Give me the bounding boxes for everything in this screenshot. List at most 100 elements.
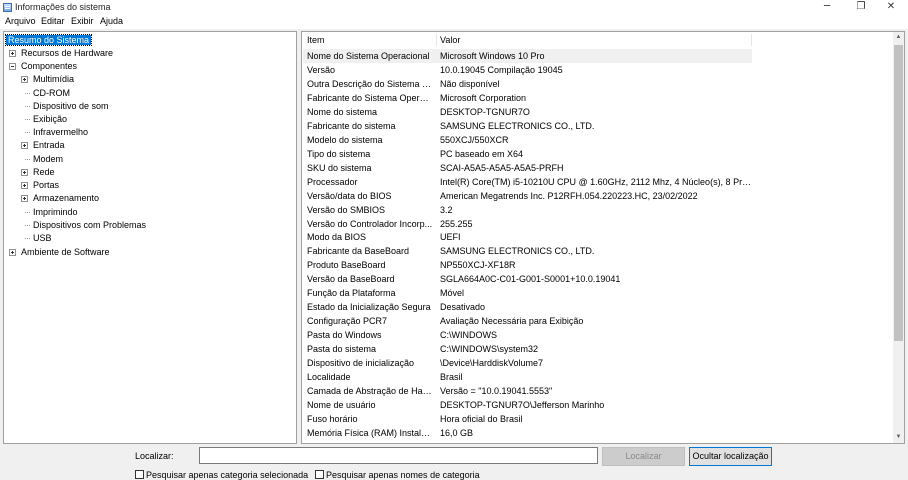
table-row[interactable]: Memória Física (RAM) Instalada 16,0 GB (303, 426, 895, 440)
table-row[interactable]: Versão/data do BIOS American Megatrends I… (303, 189, 895, 203)
table-row[interactable]: Nome de usuário DESKTOP-TGNUR7O\Jefferson… (303, 398, 895, 412)
tree-connector (25, 119, 30, 120)
table-row[interactable]: Camada de Abstração de Hard... Versão = "… (303, 384, 895, 398)
tree-node-software[interactable]: Ambiente de Software (9, 246, 112, 258)
table-row[interactable]: Versão da BaseBoard SGLA664A0C-C01-G001-S… (303, 272, 895, 286)
title-bar: Informações do sistema ─ ❐ ✕ (0, 0, 908, 15)
scroll-thumb[interactable] (894, 45, 903, 341)
table-row[interactable]: Versão do SMBIOS 3.2 (303, 203, 895, 217)
table-row[interactable]: Versão 10.0.19045 Compilação 19045 (303, 63, 895, 77)
cell-item: Modelo do sistema (307, 134, 383, 145)
cell-item: Localidade (307, 372, 351, 383)
maximize-button[interactable]: ❐ (844, 0, 878, 15)
expand-icon[interactable] (21, 142, 28, 149)
table-row[interactable]: Nome do sistema DESKTOP-TGNUR7O (303, 105, 895, 119)
close-button[interactable]: ✕ (874, 0, 908, 15)
cell-item: Nome do sistema (307, 106, 378, 117)
tree-node-input[interactable]: Entrada (21, 139, 67, 151)
expand-icon[interactable] (21, 169, 28, 176)
scroll-up-icon[interactable]: ▲ (893, 32, 904, 43)
minimize-button[interactable]: ─ (810, 0, 844, 15)
tree-node-storage[interactable]: Armazenamento (21, 192, 101, 204)
table-row[interactable]: Modelo do sistema 550XCJ/550XCR (303, 133, 895, 147)
expand-icon[interactable] (21, 76, 28, 83)
close-find-button[interactable]: Ocultar localização (689, 447, 772, 466)
tree-node-ports[interactable]: Portas (21, 179, 61, 191)
tree-node-problem-devices[interactable]: Dispositivos com Problemas (21, 219, 148, 231)
cell-item: Fuso horário (307, 413, 358, 424)
table-row[interactable]: Fabricante da BaseBoard SAMSUNG ELECTRONI… (303, 244, 895, 258)
tree-node-display[interactable]: Exibição (21, 113, 69, 125)
table-row[interactable]: Dispositivo de inicialização \Device\Hard… (303, 356, 895, 370)
tree-node-label: Imprimindo (33, 207, 78, 217)
table-row[interactable]: Tipo do sistema PC baseado em X64 (303, 147, 895, 161)
tree-node-multimedia[interactable]: Multimídia (21, 73, 76, 85)
tree-node-infrared[interactable]: Infravermelho (21, 126, 90, 138)
checkbox-box[interactable] (315, 470, 324, 479)
expand-icon[interactable] (9, 50, 16, 57)
table-row[interactable]: Configuração PCR7 Avaliação Necessária pa… (303, 314, 895, 328)
cell-value: Microsoft Windows 10 Pro (440, 51, 545, 61)
table-row[interactable]: Fuso horário Hora oficial do Brasil (303, 412, 895, 426)
tree-node-printing[interactable]: Imprimindo (21, 206, 80, 218)
cell-value: NP550XCJ-XF18R (440, 260, 516, 271)
column-separator[interactable] (751, 34, 752, 46)
expand-icon[interactable] (9, 249, 16, 256)
table-row[interactable]: Pasta do sistema C:\WINDOWS\system32 (303, 342, 895, 356)
cell-item: Versão (307, 64, 336, 75)
tree-node-label: Exibição (33, 114, 68, 124)
table-row[interactable]: Outra Descrição do Sistema O... Não dispo… (303, 77, 895, 91)
table-row[interactable]: Localidade Brasil (303, 370, 895, 384)
tree-node-usb[interactable]: USB (21, 232, 54, 244)
tree-node-cdrom[interactable]: CD-ROM (21, 87, 72, 99)
cell-item: Versão/data do BIOS (307, 190, 392, 201)
table-row[interactable]: Versão do Controlador Incorp... 255.255 (303, 217, 895, 231)
table-row[interactable]: Produto BaseBoard NP550XCJ-XF18R (303, 258, 895, 272)
tree-node-summary[interactable]: Resumo do Sistema (4, 34, 93, 46)
column-header-item[interactable]: Item (307, 34, 325, 46)
column-separator[interactable] (436, 34, 437, 46)
expand-icon[interactable] (21, 182, 28, 189)
menu-arquivo[interactable]: Arquivo (5, 16, 36, 26)
menu-exibir[interactable]: Exibir (71, 16, 94, 26)
cell-value: Microsoft Corporation (440, 92, 527, 103)
cell-value: DESKTOP-TGNUR7O (440, 106, 530, 117)
find-input[interactable] (199, 447, 598, 464)
table-row[interactable]: Fabricante do sistema SAMSUNG ELECTRONICS… (303, 119, 895, 133)
table-row[interactable]: Modo da BIOS UEFI (303, 230, 895, 244)
cell-item: Memória Física (RAM) Instalada (307, 427, 433, 438)
vertical-scrollbar[interactable]: ▲ ▼ (893, 32, 904, 443)
checkbox-box[interactable] (135, 470, 144, 479)
tree-node-label: Dispositivo de som (33, 101, 109, 111)
cell-value: Desativado (440, 302, 486, 313)
tree-node-hardware[interactable]: Recursos de Hardware (9, 47, 115, 59)
cell-value: DESKTOP-TGNUR7O\Jefferson Marinho (440, 400, 605, 410)
window-title: Informações do sistema (15, 2, 111, 12)
table-row[interactable]: SKU do sistema SCAI-A5A5-A5A5-A5A5-PRFH (303, 161, 895, 175)
tree-node-modem[interactable]: Modem (21, 153, 65, 165)
table-row[interactable]: Função da Plataforma Móvel (303, 286, 895, 300)
cell-value: Brasil (440, 372, 463, 383)
scroll-down-icon[interactable]: ▼ (893, 432, 904, 443)
checkbox-label: Pesquisar apenas categoria selecionada (146, 470, 309, 480)
menu-ajuda[interactable]: Ajuda (100, 16, 123, 26)
table-row[interactable]: Processador Intel(R) Core(TM) i5-10210U C… (303, 175, 895, 189)
expand-icon[interactable] (21, 195, 28, 202)
menu-bar: Arquivo Editar Exibir Ajuda (0, 15, 908, 29)
cell-item: Outra Descrição do Sistema O... (307, 78, 433, 89)
table-row[interactable]: Pasta do Windows C:\WINDOWS (303, 328, 895, 342)
tree-node-label: Armazenamento (33, 193, 100, 203)
tree-node-network[interactable]: Rede (21, 166, 57, 178)
cell-item: Estado da Inicialização Segura (307, 302, 431, 313)
collapse-icon[interactable] (9, 63, 16, 70)
table-row[interactable]: Fabricante do Sistema Operaci... Microsof… (303, 91, 895, 105)
details-list: Item Valor Nome do Sistema Operacional Mi… (301, 31, 905, 444)
table-row[interactable]: Estado da Inicialização Segura Desativado (303, 300, 895, 314)
table-row[interactable]: Nome do Sistema Operacional Microsoft Win… (303, 49, 752, 63)
tree-node-sound[interactable]: Dispositivo de som (21, 100, 111, 112)
column-header-value[interactable]: Valor (440, 34, 460, 46)
menu-editar[interactable]: Editar (41, 16, 65, 26)
tree-node-components[interactable]: Componentes (9, 60, 79, 72)
cell-item: Fabricante da BaseBoard (307, 246, 410, 257)
find-button[interactable]: Localizar (602, 447, 685, 466)
